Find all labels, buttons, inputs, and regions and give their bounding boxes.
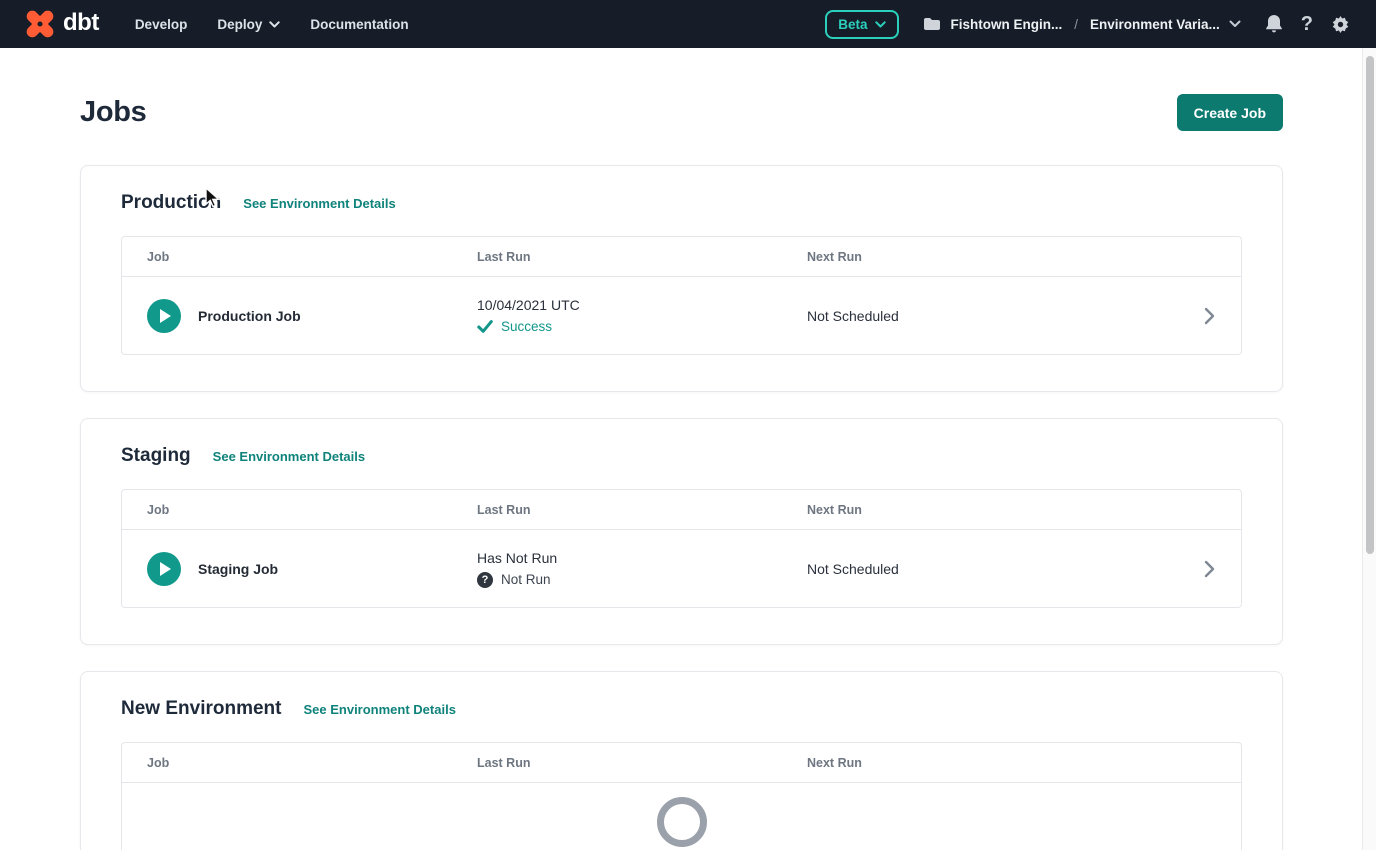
breadcrumb-project: Environment Varia... <box>1090 17 1220 32</box>
top-navbar: dbt Develop Deploy Documentation Beta Fi… <box>0 0 1376 48</box>
column-header-last-run: Last Run <box>452 250 782 264</box>
environment-name: New Environment <box>121 698 281 720</box>
last-run-date: 10/04/2021 UTC <box>477 297 782 313</box>
scrollbar-thumb[interactable] <box>1366 56 1374 554</box>
chevron-down-icon <box>875 21 886 28</box>
chevron-down-icon <box>269 21 280 28</box>
job-row-staging-job[interactable]: Staging Job Has Not Run ? Not Run Not Sc… <box>122 530 1241 607</box>
beta-label: Beta <box>838 17 867 32</box>
environment-name: Production <box>121 192 221 214</box>
create-job-button[interactable]: Create Job <box>1177 94 1283 131</box>
column-header-next-run: Next Run <box>782 250 1177 264</box>
see-environment-details-link[interactable]: See Environment Details <box>213 449 365 464</box>
nav-item-label: Deploy <box>217 17 262 32</box>
jobs-table-header: Job Last Run Next Run <box>122 237 1241 277</box>
breadcrumb-account: Fishtown Engin... <box>950 17 1062 32</box>
empty-jobs-row <box>122 783 1241 850</box>
next-run-value: Not Scheduled <box>782 561 1177 577</box>
dbt-logo[interactable]: dbt <box>22 6 99 42</box>
vertical-scrollbar[interactable] <box>1362 48 1376 850</box>
beta-dropdown-button[interactable]: Beta <box>825 10 899 39</box>
environment-name: Staging <box>121 445 191 467</box>
last-run-date: Has Not Run <box>477 550 782 566</box>
gear-icon[interactable] <box>1331 15 1350 34</box>
run-job-button[interactable] <box>147 552 181 586</box>
see-environment-details-link[interactable]: See Environment Details <box>303 702 455 717</box>
jobs-table-header: Job Last Run Next Run <box>122 490 1241 530</box>
jobs-table: Job Last Run Next Run Staging Job Has No… <box>121 489 1242 608</box>
help-icon[interactable]: ? <box>1301 14 1313 34</box>
nav-item-deploy[interactable]: Deploy <box>217 17 280 32</box>
play-icon <box>160 309 171 323</box>
check-icon <box>477 320 493 333</box>
dbt-logo-text: dbt <box>63 9 99 37</box>
column-header-job: Job <box>122 503 452 517</box>
chevron-down-icon <box>1229 20 1241 28</box>
column-header-last-run: Last Run <box>452 756 782 770</box>
column-header-last-run: Last Run <box>452 503 782 517</box>
question-circle-icon: ? <box>477 572 493 588</box>
environment-card-production: Production See Environment Details Job L… <box>80 165 1283 392</box>
nav-item-develop[interactable]: Develop <box>135 17 188 32</box>
run-job-button[interactable] <box>147 299 181 333</box>
play-icon <box>160 562 171 576</box>
column-header-job: Job <box>122 756 452 770</box>
status-label: Success <box>501 319 552 334</box>
column-header-next-run: Next Run <box>782 756 1177 770</box>
project-breadcrumb[interactable]: Fishtown Engin... / Environment Varia... <box>923 17 1240 32</box>
jobs-page: Jobs Create Job Production See Environme… <box>0 48 1376 850</box>
dbt-logo-icon <box>22 6 58 42</box>
jobs-table: Job Last Run Next Run <box>121 742 1242 850</box>
jobs-table-header: Job Last Run Next Run <box>122 743 1241 783</box>
column-header-job: Job <box>122 250 452 264</box>
job-name: Production Job <box>198 308 301 324</box>
navbar-icons: ? <box>1265 14 1350 34</box>
last-run-status: Success <box>477 319 782 334</box>
chevron-right-icon <box>1204 560 1215 578</box>
jobs-table: Job Last Run Next Run Production Job 10/… <box>121 236 1242 355</box>
empty-state-icon <box>657 797 707 847</box>
page-title: Jobs <box>80 96 147 129</box>
next-run-value: Not Scheduled <box>782 308 1177 324</box>
nav-item-label: Develop <box>135 17 188 32</box>
environment-card-new-environment: New Environment See Environment Details … <box>80 671 1283 850</box>
main-menu: Develop Deploy Documentation <box>135 17 409 32</box>
see-environment-details-link[interactable]: See Environment Details <box>243 196 395 211</box>
folder-icon <box>923 17 941 31</box>
nav-item-documentation[interactable]: Documentation <box>310 17 408 32</box>
column-header-next-run: Next Run <box>782 503 1177 517</box>
job-row-production-job[interactable]: Production Job 10/04/2021 UTC Success No… <box>122 277 1241 354</box>
last-run-status: ? Not Run <box>477 572 782 588</box>
nav-item-label: Documentation <box>310 17 408 32</box>
environment-card-staging: Staging See Environment Details Job Last… <box>80 418 1283 645</box>
status-label: Not Run <box>501 572 551 587</box>
chevron-right-icon <box>1204 307 1215 325</box>
job-name: Staging Job <box>198 561 278 577</box>
breadcrumb-separator: / <box>1071 17 1081 32</box>
notifications-bell-icon[interactable] <box>1265 14 1283 34</box>
